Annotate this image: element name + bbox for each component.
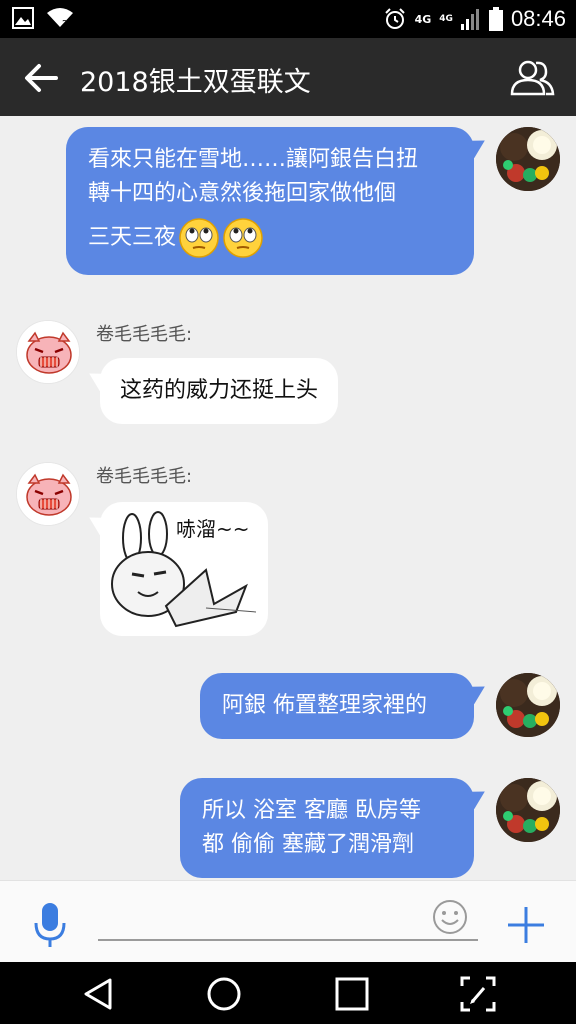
screenshot-edit-icon[interactable] [458,974,498,1014]
outgoing-message[interactable]: 阿銀 佈置整理家裡的 [200,673,474,739]
chat-header: 2018银土双蛋联文 [0,38,576,116]
message-text-line: 三天三夜 [88,225,177,250]
sender-avatar[interactable] [16,320,80,384]
rolling-eyes-emoji-icon [223,218,263,258]
message-text-line: 看來只能在雪地……讓阿銀告白扭 [88,147,419,172]
outgoing-message[interactable]: 所以 浴室 客廳 臥房等 都 偷偷 塞藏了潤滑劑 [180,778,474,878]
battery-icon [488,7,503,31]
my-avatar[interactable] [496,127,560,191]
outgoing-message[interactable]: 看來只能在雪地……讓阿銀告白扭 轉十四的心意然後拖回家做他個 三天三夜 [66,127,474,275]
my-avatar[interactable] [496,673,560,737]
network-type: 4G [414,12,432,26]
sender-avatar[interactable] [16,462,80,526]
status-bar: ? 4G 4G 08:46 [0,0,576,38]
microphone-icon[interactable] [30,901,70,949]
sticker-caption: 哧溜~~ [176,517,250,541]
my-avatar[interactable] [496,778,560,842]
smiley-icon[interactable] [432,899,468,935]
home-circle-icon[interactable] [204,974,244,1014]
back-triangle-icon[interactable] [80,974,120,1014]
composer-bar [0,880,576,962]
incoming-message[interactable]: 这药的威力还挺上头 [100,358,339,424]
svg-text:?: ? [62,19,67,29]
plus-icon[interactable] [504,903,548,947]
wifi-icon: ? [47,8,73,29]
message-text-line: 所以 浴室 客廳 臥房等 [202,798,421,823]
network-type-secondary: 4G [439,13,453,24]
system-nav-bar [0,962,576,1024]
message-text: 这药的威力还挺上头 [120,378,319,403]
message-text-line: 都 偷偷 塞藏了潤滑劑 [202,832,414,857]
message-list[interactable]: 看來只能在雪地……讓阿銀告白扭 轉十四的心意然後拖回家做他個 三天三夜 卷毛毛毛… [0,116,576,880]
recents-square-icon[interactable] [332,974,372,1014]
image-icon [12,7,34,29]
signal-icon [460,9,479,30]
back-arrow-icon[interactable] [22,59,60,97]
message-text-line: 轉十四的心意然後拖回家做他個 [88,181,397,206]
group-members-icon[interactable] [508,56,556,98]
clock: 08:46 [510,6,566,31]
sender-name: 卷毛毛毛毛: [96,324,193,345]
rolling-eyes-emoji-icon [179,218,219,258]
message-input[interactable] [98,903,478,941]
message-text: 阿銀 佈置整理家裡的 [222,693,427,718]
sticker-message[interactable]: 哧溜~~ [100,502,268,636]
chat-title: 2018银土双蛋联文 [80,67,311,98]
sender-name: 卷毛毛毛毛: [96,466,193,487]
alarm-icon [384,8,405,29]
